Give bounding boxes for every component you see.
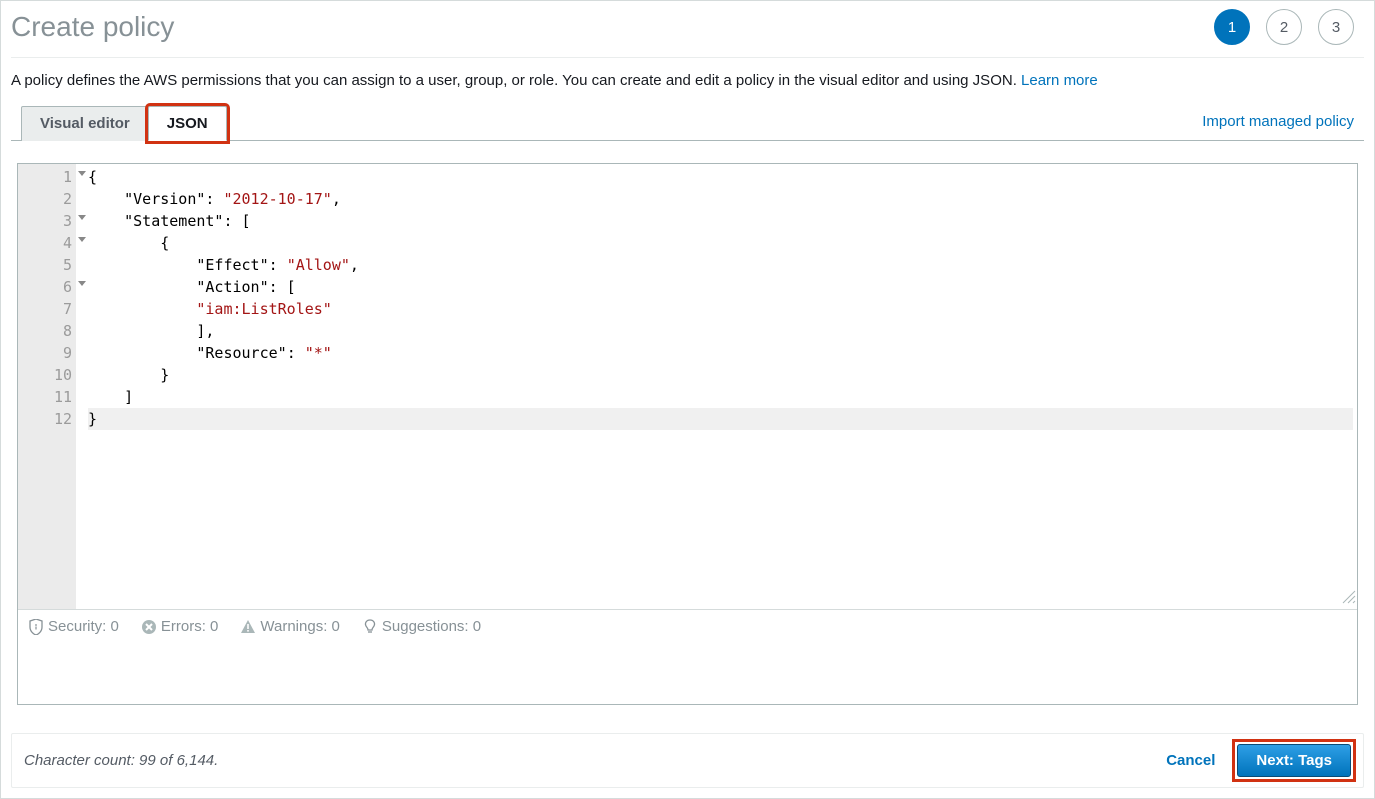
code-line[interactable]: "Action": [ — [88, 276, 1353, 298]
header: Create policy 1 2 3 — [1, 1, 1374, 57]
line-number: 12 — [18, 408, 76, 430]
import-managed-policy-link[interactable]: Import managed policy — [1202, 113, 1354, 140]
tabs: Visual editor JSON — [21, 105, 226, 140]
cancel-button[interactable]: Cancel — [1156, 746, 1225, 775]
line-number: 8 — [18, 320, 76, 342]
error-icon — [141, 619, 157, 635]
wizard-steps: 1 2 3 — [1214, 9, 1364, 45]
editor-code-area[interactable]: { "Version": "2012-10-17", "Statement": … — [76, 164, 1357, 609]
wizard-step-2[interactable]: 2 — [1266, 9, 1302, 45]
editor-gutter: 123456789101112 — [18, 164, 76, 609]
code-line[interactable]: ] — [88, 386, 1353, 408]
footer-actions: Cancel Next: Tags — [1156, 744, 1351, 777]
status-security: Security: 0 — [28, 618, 119, 635]
shield-icon — [28, 619, 44, 635]
warning-icon — [240, 619, 256, 635]
description: A policy defines the AWS permissions tha… — [1, 58, 1374, 101]
status-errors-label: Errors: 0 — [161, 618, 219, 635]
code-line[interactable]: ], — [88, 320, 1353, 342]
learn-more-link[interactable]: Learn more — [1021, 72, 1098, 89]
code-line[interactable]: { — [88, 166, 1353, 188]
status-security-label: Security: 0 — [48, 618, 119, 635]
next-button-highlight: Next: Tags — [1237, 744, 1351, 777]
code-line[interactable]: "iam:ListRoles" — [88, 298, 1353, 320]
json-editor: 123456789101112 { "Version": "2012-10-17… — [17, 163, 1358, 705]
create-policy-page: Create policy 1 2 3 A policy defines the… — [0, 0, 1375, 799]
tabs-row: Visual editor JSON Import managed policy — [11, 105, 1364, 141]
line-number: 9 — [18, 342, 76, 364]
line-number: 3 — [18, 210, 76, 232]
page-title: Create policy — [11, 11, 174, 43]
status-suggestions-label: Suggestions: 0 — [382, 618, 481, 635]
status-warnings-label: Warnings: 0 — [260, 618, 339, 635]
status-errors: Errors: 0 — [141, 618, 219, 635]
footer: Character count: 99 of 6,144. Cancel Nex… — [11, 733, 1364, 788]
code-line[interactable]: } — [88, 364, 1353, 386]
code-line[interactable]: "Statement": [ — [88, 210, 1353, 232]
line-number: 2 — [18, 188, 76, 210]
resize-handle-icon[interactable] — [1338, 590, 1356, 608]
wizard-step-1[interactable]: 1 — [1214, 9, 1250, 45]
next-tags-button[interactable]: Next: Tags — [1237, 744, 1351, 777]
editor-body[interactable]: 123456789101112 { "Version": "2012-10-17… — [18, 164, 1357, 609]
code-line[interactable]: "Version": "2012-10-17", — [88, 188, 1353, 210]
tab-visual-editor[interactable]: Visual editor — [21, 106, 149, 141]
code-line[interactable]: "Resource": "*" — [88, 342, 1353, 364]
line-number: 5 — [18, 254, 76, 276]
status-suggestions: Suggestions: 0 — [362, 618, 481, 635]
line-number: 7 — [18, 298, 76, 320]
code-line[interactable]: "Effect": "Allow", — [88, 254, 1353, 276]
wizard-step-3[interactable]: 3 — [1318, 9, 1354, 45]
code-line[interactable]: { — [88, 232, 1353, 254]
line-number: 10 — [18, 364, 76, 386]
line-number: 11 — [18, 386, 76, 408]
description-text: A policy defines the AWS permissions tha… — [11, 72, 1021, 89]
character-count: Character count: 99 of 6,144. — [24, 752, 218, 769]
line-number: 1 — [18, 166, 76, 188]
lightbulb-icon — [362, 619, 378, 635]
editor-status-bar: Security: 0 Errors: 0 Warnings: 0 Sugges… — [18, 609, 1357, 643]
code-line[interactable]: } — [88, 408, 1353, 430]
status-warnings: Warnings: 0 — [240, 618, 339, 635]
line-number: 4 — [18, 232, 76, 254]
tab-json[interactable]: JSON — [148, 106, 227, 141]
line-number: 6 — [18, 276, 76, 298]
